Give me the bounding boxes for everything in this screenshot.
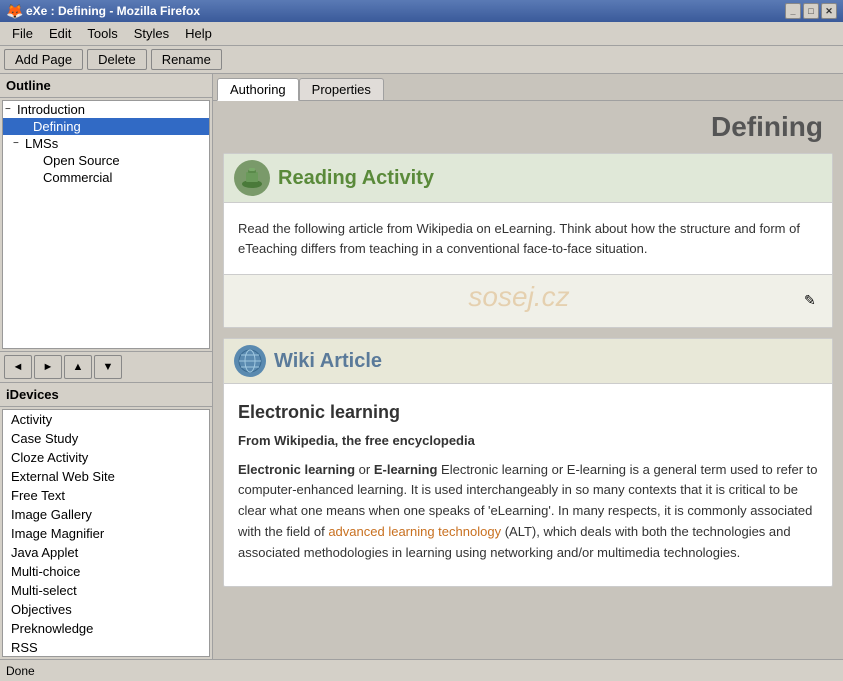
activity-block-header: Reading Activity [224,154,832,203]
menu-edit[interactable]: Edit [41,24,79,43]
outline-tree: − Introduction Defining − LMSs Open Sour… [2,100,210,349]
tab-properties[interactable]: Properties [299,78,384,100]
tree-label: Commercial [43,170,112,185]
book-icon [238,164,266,192]
menu-styles[interactable]: Styles [126,24,177,43]
idevice-multi-choice[interactable]: Multi-choice [3,562,209,581]
menu-tools[interactable]: Tools [79,24,125,43]
menu-file[interactable]: File [4,24,41,43]
menu-bar: File Edit Tools Styles Help [0,22,843,46]
arrow-buttons: ◄ ► ▲ ▼ [0,351,212,383]
elearning-abbrev-bold: E-learning [374,462,438,477]
reading-activity-icon [234,160,270,196]
wiki-heading: Electronic learning [238,398,818,427]
toggle-icon: − [13,138,25,149]
tree-item-introduction[interactable]: − Introduction [3,101,209,118]
tree-label: LMSs [25,136,58,151]
right-panel: Authoring Properties Defining [213,74,843,659]
reading-activity-body: Read the following article from Wikipedi… [224,203,832,274]
tree-label: Introduction [17,102,85,117]
toggle-icon: − [5,104,17,115]
idevice-reading-activity[interactable]: Reading Activity [3,657,209,658]
window-title: eXe : Defining - Mozilla Firefox [26,4,200,18]
minimize-button[interactable]: _ [785,3,801,19]
arrow-right-button[interactable]: ► [34,355,62,379]
idevices-list: Activity Case Study Cloze Activity Exter… [2,409,210,658]
tree-label: Open Source [43,153,120,168]
idevice-activity[interactable]: Activity [3,410,209,429]
arrow-left-button[interactable]: ◄ [4,355,32,379]
menu-help[interactable]: Help [177,24,220,43]
toolbar: Add Page Delete Rename [0,46,843,74]
add-page-button[interactable]: Add Page [4,49,83,70]
arrow-down-button[interactable]: ▼ [94,355,122,379]
wiki-article-title: Wiki Article [274,350,382,373]
wiki-icon [234,345,266,377]
tree-item-lmss[interactable]: − LMSs [3,135,209,152]
globe-icon [237,348,263,374]
watermark-area: sosej.cz [234,281,804,321]
delete-button[interactable]: Delete [87,49,147,70]
wiki-article-block: Wiki Article Electronic learning From Wi… [223,338,833,587]
status-bar: Done [0,659,843,681]
firefox-icon: 🦊 [6,3,22,19]
idevice-multi-select[interactable]: Multi-select [3,581,209,600]
idevice-preknowledge[interactable]: Preknowledge [3,619,209,638]
elearning-bold: Electronic learning [238,462,355,477]
tree-item-defining[interactable]: Defining [3,118,209,135]
wiki-header: Wiki Article [224,339,832,384]
wiki-intro-text: Electronic learning or E-learning Electr… [238,460,818,564]
wiki-subtitle: From Wikipedia, the free encyclopedia [238,431,818,452]
title-bar: 🦊 eXe : Defining - Mozilla Firefox _ □ ✕ [0,0,843,22]
tree-item-commercial[interactable]: Commercial [3,169,209,186]
activity-footer: sosej.cz ✎ [224,274,832,327]
idevice-free-text[interactable]: Free Text [3,486,209,505]
idevice-case-study[interactable]: Case Study [3,429,209,448]
alt-link[interactable]: advanced learning technology [328,524,501,539]
tree-label: Defining [33,119,81,134]
tree-item-open-source[interactable]: Open Source [3,152,209,169]
title-bar-left: 🦊 eXe : Defining - Mozilla Firefox [6,3,200,19]
title-bar-buttons[interactable]: _ □ ✕ [785,3,837,19]
reading-activity-block: Reading Activity Read the following arti… [223,153,833,328]
idevice-objectives[interactable]: Objectives [3,600,209,619]
idevice-external-web-site[interactable]: External Web Site [3,467,209,486]
watermark-text: sosej.cz [468,281,569,313]
idevice-rss[interactable]: RSS [3,638,209,657]
status-text: Done [6,664,35,678]
content-area[interactable]: Defining Reading Activity [213,101,843,659]
page-title: Defining [223,111,833,143]
close-button[interactable]: ✕ [821,3,837,19]
idevice-java-applet[interactable]: Java Applet [3,543,209,562]
idevice-image-gallery[interactable]: Image Gallery [3,505,209,524]
outline-header: Outline [0,74,212,98]
arrow-up-button[interactable]: ▲ [64,355,92,379]
tabs-bar: Authoring Properties [213,74,843,101]
reading-activity-text: Read the following article from Wikipedi… [238,219,818,258]
idevice-cloze-activity[interactable]: Cloze Activity [3,448,209,467]
wiki-body: Electronic learning From Wikipedia, the … [224,384,832,586]
rename-button[interactable]: Rename [151,49,222,70]
reading-activity-title: Reading Activity [278,167,434,190]
idevices-header: iDevices [0,383,212,407]
idevice-image-magnifier[interactable]: Image Magnifier [3,524,209,543]
tab-authoring[interactable]: Authoring [217,78,299,101]
maximize-button[interactable]: □ [803,3,819,19]
main-container: Outline − Introduction Defining − LMSs O… [0,74,843,659]
left-panel: Outline − Introduction Defining − LMSs O… [0,74,213,659]
edit-icon[interactable]: ✎ [804,292,822,310]
